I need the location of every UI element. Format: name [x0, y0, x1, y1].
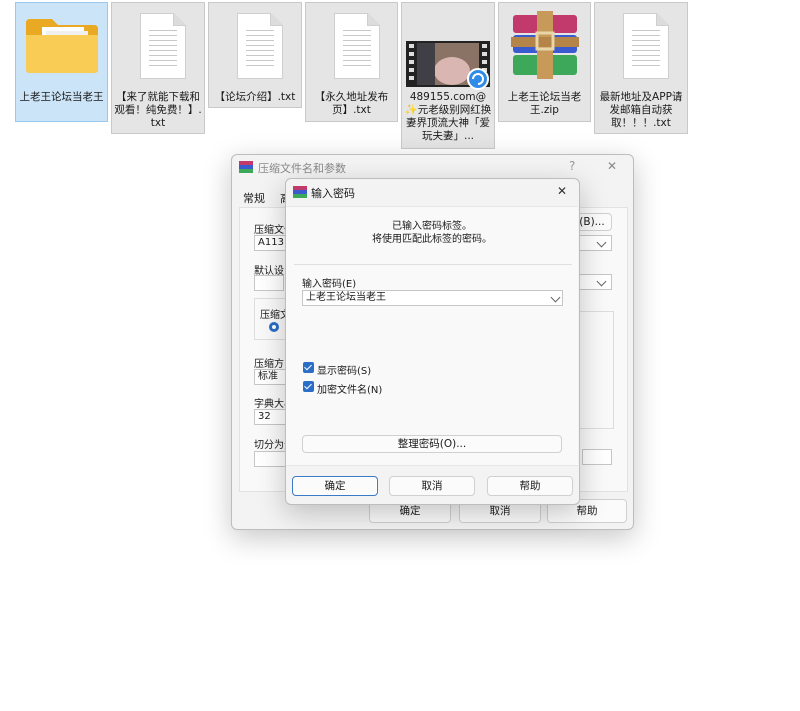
info-text-line2: 将使用匹配此标签的密码。 — [372, 234, 492, 245]
file-name-label: 489155.com@✨元老级别网红换妻界顶流大神「爱玩夫妻」... — [404, 91, 492, 142]
show-password-checkbox[interactable] — [303, 362, 314, 373]
window-title: 压缩文件名和参数 — [258, 162, 346, 175]
folder-icon — [24, 13, 100, 77]
password-input[interactable]: 上老王论坛当老王 — [302, 290, 563, 306]
file-name-label: 最新地址及APP请发邮箱自动获取！！！.txt — [599, 91, 683, 129]
file-name-label: 【永久地址发布页】.txt — [314, 91, 389, 116]
file-name-label: 【论坛介绍】.txt — [214, 91, 296, 103]
ok-button[interactable]: 确定 — [292, 476, 378, 496]
close-icon[interactable]: ✕ — [607, 159, 617, 173]
tab-general[interactable]: 常规 — [243, 190, 265, 206]
method-label: 压缩方 — [254, 359, 284, 370]
desktop-file-zip[interactable]: 上老王论坛当老王.zip — [498, 2, 591, 122]
organize-passwords-button[interactable]: 整理密码(O)... — [302, 435, 562, 453]
desktop-file-txt[interactable]: 【来了就能下载和观看！纯免费！】.txt — [111, 2, 205, 134]
cancel-button[interactable]: 取消 — [389, 476, 475, 496]
help-button[interactable]: 帮助 — [487, 476, 573, 496]
text-file-icon — [609, 9, 673, 85]
profile-dropdown-tail[interactable] — [578, 274, 612, 290]
encrypt-names-label[interactable]: 加密文件名(N) — [317, 381, 382, 396]
show-password-label[interactable]: 显示密码(S) — [317, 362, 371, 377]
desktop-file-txt[interactable]: 最新地址及APP请发邮箱自动获取！！！.txt — [594, 2, 688, 134]
desktop-file-video[interactable]: 489155.com@✨元老级别网红换妻界顶流大神「爱玩夫妻」... — [401, 2, 495, 149]
text-file-icon — [320, 9, 384, 85]
chevron-down-icon — [596, 276, 607, 287]
profile-dropdown[interactable] — [254, 275, 284, 291]
file-name-label: 【来了就能下载和观看！纯免费！】.txt — [114, 91, 202, 129]
file-name-label: 上老王论坛当老王.zip — [507, 91, 582, 116]
method-dropdown[interactable]: 标准 — [254, 369, 288, 385]
desktop-file-txt[interactable]: 【永久地址发布页】.txt — [305, 2, 398, 122]
video-file-icon — [406, 41, 490, 91]
desktop-file-txt[interactable]: 【论坛介绍】.txt — [208, 2, 302, 108]
winrar-logo-icon — [293, 186, 307, 198]
winrar-archive-icon — [507, 11, 583, 81]
chevron-down-icon — [596, 237, 607, 248]
window-title: 输入密码 — [311, 187, 355, 200]
split-dropdown-tail[interactable] — [582, 449, 612, 465]
winrar-logo-icon — [239, 161, 253, 173]
desktop-file-folder[interactable]: 上老王论坛当老王 — [15, 2, 108, 122]
password-label: 输入密码(E) — [302, 279, 357, 290]
text-file-icon — [126, 9, 190, 85]
close-icon[interactable]: ✕ — [557, 184, 567, 198]
format-radio[interactable] — [269, 322, 279, 332]
help-icon[interactable]: ? — [569, 159, 575, 173]
encrypt-names-checkbox[interactable] — [303, 381, 314, 392]
text-file-icon — [223, 9, 287, 85]
archive-name-dropdown-tail[interactable] — [578, 235, 612, 251]
file-name-label: 上老王论坛当老王 — [19, 91, 104, 103]
dict-dropdown[interactable]: 32 — [254, 409, 288, 425]
password-dialog: 输入密码 ✕ 已输入密码标签。 将使用匹配此标签的密码。 输入密码(E) 上老王… — [285, 178, 580, 505]
split-dropdown[interactable] — [254, 451, 288, 467]
